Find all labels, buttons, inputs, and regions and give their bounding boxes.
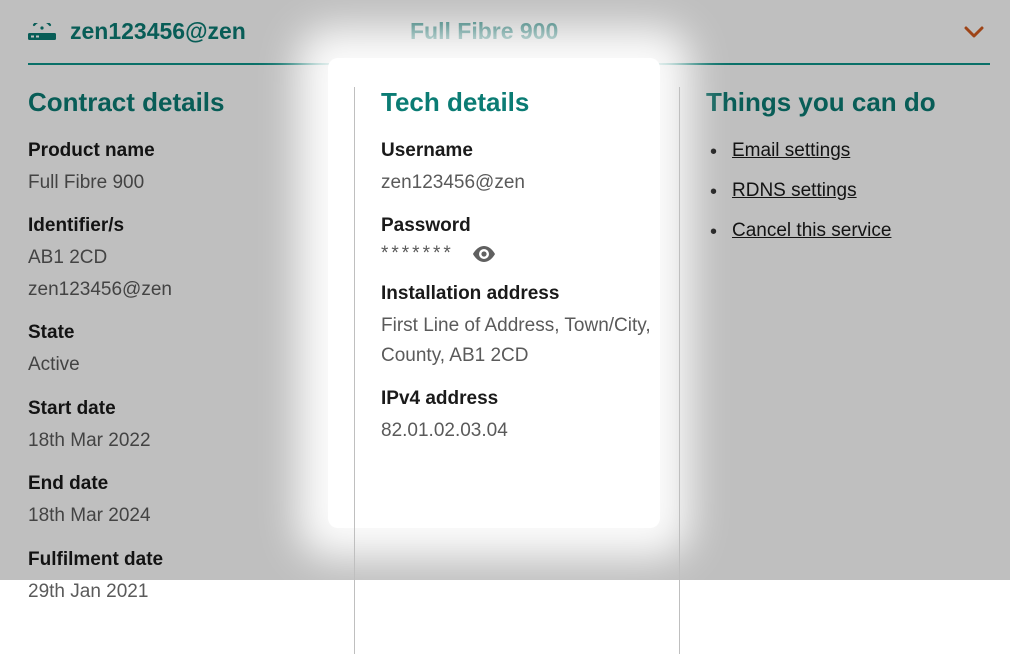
- end-date-label: End date: [28, 473, 334, 495]
- contract-title: Contract details: [28, 87, 334, 118]
- username-label: Username: [381, 140, 653, 162]
- installation-address-label: Installation address: [381, 283, 653, 305]
- password-label: Password: [381, 215, 653, 237]
- actions-title: Things you can do: [706, 87, 970, 118]
- list-item: Email settings: [706, 140, 970, 162]
- list-item: Cancel this service: [706, 220, 970, 242]
- router-icon: [28, 23, 56, 41]
- service-header[interactable]: zen123456@zen Full Fibre 900: [28, 18, 990, 65]
- contract-details-panel: Contract details Product name Full Fibre…: [28, 87, 354, 654]
- identifier-value-2: zen123456@zen: [28, 275, 334, 304]
- username-value: zen123456@zen: [381, 168, 653, 197]
- installation-address-value: First Line of Address, Town/City, County…: [381, 311, 653, 370]
- state-value: Active: [28, 350, 334, 379]
- chevron-down-icon[interactable]: [964, 19, 990, 45]
- state-label: State: [28, 322, 334, 344]
- email-settings-link[interactable]: Email settings: [732, 140, 850, 161]
- tech-details-panel: Tech details Username zen123456@zen Pass…: [354, 87, 680, 654]
- plan-name: Full Fibre 900: [390, 18, 964, 45]
- ipv4-address-value: 82.01.02.03.04: [381, 416, 653, 445]
- identifier-value-1: AB1 2CD: [28, 243, 334, 272]
- product-name-label: Product name: [28, 140, 334, 162]
- start-date-value: 18th Mar 2022: [28, 426, 334, 455]
- start-date-label: Start date: [28, 398, 334, 420]
- things-you-can-do-panel: Things you can do Email settings RDNS se…: [680, 87, 990, 654]
- end-date-value: 18th Mar 2024: [28, 501, 334, 530]
- list-item: RDNS settings: [706, 180, 970, 202]
- eye-icon[interactable]: [472, 246, 496, 262]
- fulfilment-date-value: 29th Jan 2021: [28, 577, 334, 606]
- account-username: zen123456@zen: [70, 18, 390, 45]
- identifier-label: Identifier/s: [28, 215, 334, 237]
- rdns-settings-link[interactable]: RDNS settings: [732, 180, 857, 201]
- fulfilment-date-label: Fulfilment date: [28, 549, 334, 571]
- cancel-service-link[interactable]: Cancel this service: [732, 220, 891, 241]
- ipv4-address-label: IPv4 address: [381, 388, 653, 410]
- password-mask: *******: [381, 243, 454, 265]
- tech-title: Tech details: [381, 87, 653, 118]
- product-name-value: Full Fibre 900: [28, 168, 334, 197]
